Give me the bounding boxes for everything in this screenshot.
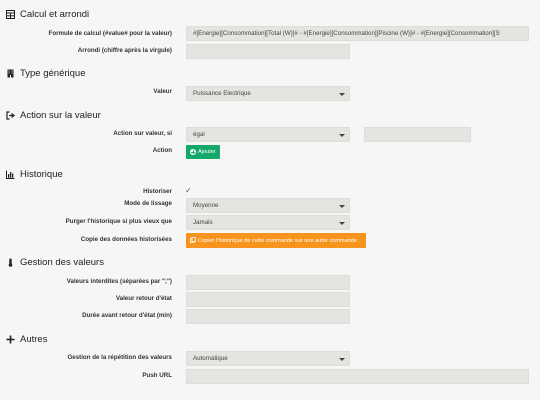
historiser-label: Historiser bbox=[143, 188, 172, 195]
add-action-button[interactable]: Ajouter bbox=[186, 145, 220, 159]
duree-label: Durée avant retour d'état (min) bbox=[82, 312, 172, 319]
historiser-checkbox[interactable]: ✓ bbox=[185, 186, 192, 195]
section-calcul-title: Calcul et arrondi bbox=[6, 9, 89, 20]
round-label: Arrondi (chiffre après la virgule) bbox=[77, 47, 172, 54]
repetition-label: Gestion de la répétition des valeurs bbox=[67, 354, 172, 361]
copy-history-button[interactable]: Copier l'historique de cette commande su… bbox=[186, 233, 366, 248]
building-icon bbox=[6, 69, 15, 78]
condition-label: Action sur valeur, si bbox=[113, 130, 172, 137]
copy-label: Copie des données historisées bbox=[80, 236, 172, 243]
copy-history-label: Copier l'historique de cette commande su… bbox=[198, 237, 358, 244]
section-action-label: Action sur la valeur bbox=[20, 110, 101, 121]
section-calcul-label: Calcul et arrondi bbox=[20, 9, 90, 20]
section-historique-title: Historique bbox=[6, 169, 63, 180]
table-icon bbox=[6, 10, 15, 19]
retour-input[interactable] bbox=[186, 292, 350, 307]
interdites-label: Valeurs interdites (séparées par ";") bbox=[66, 278, 172, 285]
section-type-title: Type générique bbox=[6, 68, 86, 79]
valeur-label: Valeur bbox=[153, 88, 172, 95]
formula-input[interactable]: #[Energie][Consommation][Total (W)]# - #… bbox=[186, 26, 529, 41]
add-action-label: Ajouter bbox=[198, 149, 216, 155]
push-url-input[interactable] bbox=[186, 369, 529, 384]
duree-input[interactable] bbox=[186, 309, 350, 324]
formula-label: Formule de calcul (#value# pour la valeu… bbox=[48, 30, 172, 37]
section-gestion-title: Gestion des valeurs bbox=[6, 257, 104, 268]
thermometer-icon bbox=[6, 258, 15, 267]
section-autres-title: Autres bbox=[6, 334, 47, 345]
section-gestion-label: Gestion des valeurs bbox=[20, 257, 104, 268]
lissage-select[interactable]: Moyenne bbox=[186, 198, 350, 213]
section-autres-label: Autres bbox=[20, 334, 48, 345]
plus-circle-icon bbox=[190, 149, 196, 155]
copy-icon bbox=[190, 236, 196, 245]
plus-icon bbox=[6, 335, 15, 344]
sign-out-icon bbox=[6, 111, 15, 120]
purge-select[interactable]: Jamais bbox=[186, 215, 350, 230]
round-input[interactable] bbox=[186, 44, 350, 59]
section-historique-label: Historique bbox=[20, 169, 63, 180]
valeur-select[interactable]: Puissance Electrique bbox=[186, 86, 350, 101]
condition-select[interactable]: égal bbox=[186, 127, 350, 142]
section-action-title: Action sur la valeur bbox=[6, 110, 101, 121]
retour-label: Valeur retour d'état bbox=[115, 295, 172, 302]
interdites-input[interactable] bbox=[186, 275, 350, 290]
condition-value-input[interactable] bbox=[364, 127, 471, 142]
section-type-label: Type générique bbox=[20, 68, 86, 79]
repetition-select[interactable]: Automatique bbox=[186, 351, 350, 366]
action-label: Action bbox=[152, 147, 172, 154]
push-url-label: Push URL bbox=[142, 372, 172, 379]
lissage-label: Mode de lissage bbox=[124, 200, 172, 207]
purge-label: Purger l'historique si plus vieux que bbox=[65, 218, 172, 225]
bar-chart-icon bbox=[6, 170, 15, 179]
